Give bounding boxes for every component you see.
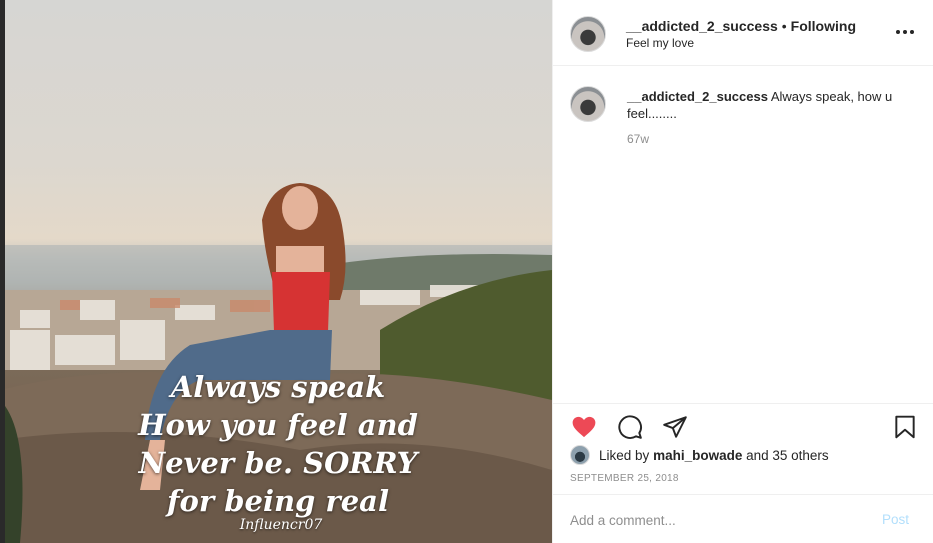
add-comment-bar: Post xyxy=(553,494,933,543)
image-quote: Always speak How you feel and Never be. … xyxy=(92,368,464,520)
action-bar xyxy=(553,403,933,449)
caption-username-link[interactable]: __addicted_2_success xyxy=(627,89,768,104)
bookmark-icon[interactable] xyxy=(891,414,919,440)
header-name-line: __addicted_2_success • Following xyxy=(626,18,856,34)
separator-dot: • xyxy=(781,18,787,34)
caption-text: __addicted_2_success Always speak, how u… xyxy=(627,88,897,122)
following-button[interactable]: Following xyxy=(791,18,856,34)
avatar[interactable] xyxy=(570,86,606,122)
share-icon[interactable] xyxy=(661,414,689,440)
likes-prefix: Liked by xyxy=(599,447,650,463)
caption-age[interactable]: 67w xyxy=(627,132,649,146)
image-watermark: Influencr07 xyxy=(239,517,323,533)
quote-line: for being real xyxy=(167,484,389,518)
post-comment-button[interactable]: Post xyxy=(882,512,909,527)
quote-line: Never be. SORRY xyxy=(138,446,418,480)
post-date[interactable]: SEPTEMBER 25, 2018 xyxy=(570,473,679,484)
post-image[interactable]: Always speak How you feel and Never be. … xyxy=(0,0,552,543)
post-side-panel: __addicted_2_success • Following Feel my l… xyxy=(552,0,933,543)
likes-line: Liked by mahi_bowade and 35 others xyxy=(570,445,829,465)
location-link[interactable]: Feel my love xyxy=(626,36,694,50)
comment-input[interactable] xyxy=(570,509,870,531)
more-options-icon[interactable] xyxy=(893,22,917,42)
username-link[interactable]: __addicted_2_success xyxy=(626,18,778,34)
comment-icon[interactable] xyxy=(616,414,644,440)
likes-others-link[interactable]: and 35 others xyxy=(746,448,829,463)
quote-line: Always speak xyxy=(170,370,386,404)
post-header: __addicted_2_success • Following Feel my l… xyxy=(553,0,933,66)
heart-icon[interactable] xyxy=(570,414,598,440)
avatar[interactable] xyxy=(570,16,606,52)
liker-avatar[interactable] xyxy=(570,445,590,465)
left-edge xyxy=(0,0,5,543)
liker-username-link[interactable]: mahi_bowade xyxy=(653,448,742,463)
quote-line: How you feel and xyxy=(138,408,418,442)
